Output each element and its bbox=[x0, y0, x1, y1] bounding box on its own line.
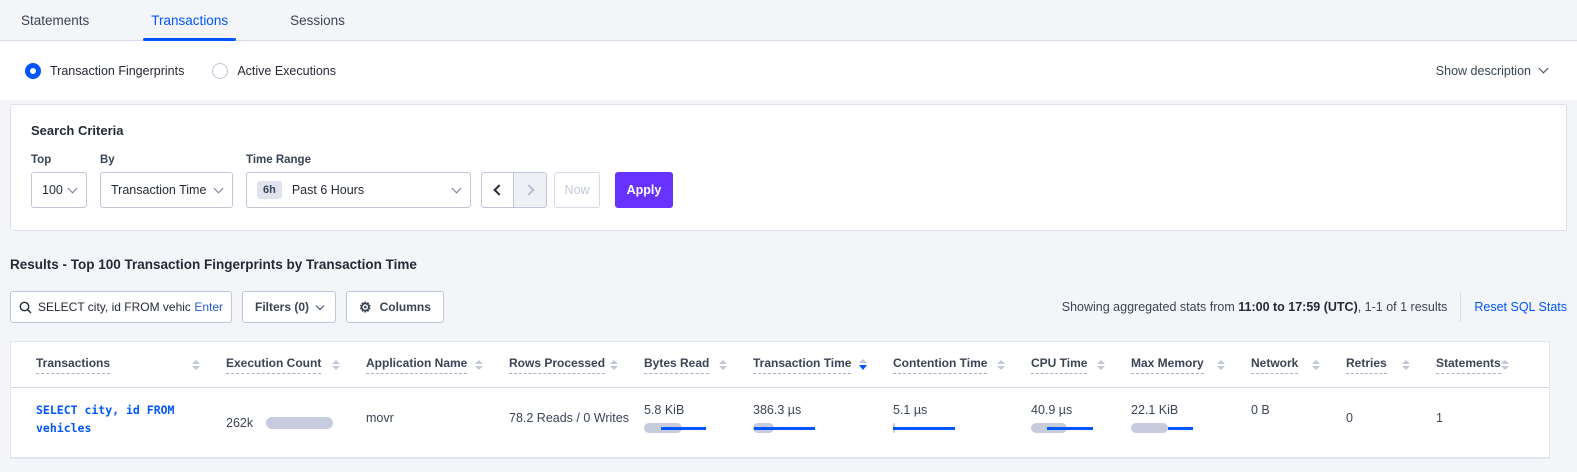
cpu-time-bar bbox=[1031, 423, 1093, 433]
results-toolbar: Enter Filters (0) ⚙ Columns Showing aggr… bbox=[0, 291, 1577, 323]
max-memory-bar bbox=[1131, 423, 1193, 433]
time-range-badge: 6h bbox=[257, 181, 282, 199]
by-label: By bbox=[100, 154, 233, 166]
radio-label: Transaction Fingerprints bbox=[50, 64, 184, 78]
vertical-divider bbox=[1460, 292, 1461, 322]
chevron-right-icon bbox=[523, 184, 534, 195]
sort-icon[interactable] bbox=[610, 360, 618, 370]
cell-max-memory: 22.1 KiB bbox=[1131, 388, 1251, 457]
cell-contention-time: 5.1 µs bbox=[893, 388, 1031, 457]
filters-button[interactable]: Filters (0) bbox=[242, 291, 336, 323]
bytes-read-bar bbox=[644, 423, 706, 433]
top-select[interactable]: 100 bbox=[31, 172, 87, 208]
transaction-time-bar bbox=[753, 423, 815, 433]
sort-icon[interactable] bbox=[332, 360, 340, 370]
search-box[interactable]: Enter bbox=[10, 291, 232, 323]
chevron-down-icon bbox=[452, 183, 462, 193]
apply-button[interactable]: Apply bbox=[615, 172, 673, 208]
cell-cpu-time: 40.9 µs bbox=[1031, 388, 1131, 457]
column-header-transaction-time[interactable]: Transaction Time bbox=[753, 356, 893, 374]
cell-network: 0 B bbox=[1251, 388, 1346, 457]
column-header-max-memory[interactable]: Max Memory bbox=[1131, 356, 1251, 374]
now-button[interactable]: Now bbox=[554, 172, 600, 208]
sort-icon[interactable] bbox=[1312, 360, 1320, 370]
transaction-query-link[interactable]: SELECT city, id FROM vehicles bbox=[36, 401, 226, 438]
top-select-value: 100 bbox=[42, 183, 63, 197]
sort-icon[interactable] bbox=[719, 360, 727, 370]
sort-icon[interactable] bbox=[192, 360, 200, 370]
chevron-down-icon bbox=[214, 183, 224, 193]
radio-selected-icon[interactable] bbox=[25, 63, 41, 79]
table-header-row: Transactions Execution Count Application… bbox=[11, 342, 1549, 388]
show-description-label: Show description bbox=[1436, 64, 1531, 78]
column-header-transactions[interactable]: Transactions bbox=[36, 356, 226, 374]
chevron-down-icon bbox=[316, 302, 324, 310]
columns-button[interactable]: ⚙ Columns bbox=[346, 291, 444, 323]
search-input[interactable] bbox=[38, 300, 190, 314]
contention-time-bar bbox=[893, 423, 955, 433]
radio-unselected-icon[interactable] bbox=[212, 63, 228, 79]
time-range-forward-button[interactable] bbox=[514, 172, 547, 208]
column-header-retries[interactable]: Retries bbox=[1346, 356, 1436, 374]
view-toggle-band: Transaction Fingerprints Active Executio… bbox=[0, 41, 1577, 100]
column-header-cpu-time[interactable]: CPU Time bbox=[1031, 356, 1131, 374]
sort-icon[interactable] bbox=[997, 360, 1005, 370]
chevron-down-icon bbox=[1539, 64, 1549, 74]
cell-transaction-query: SELECT city, id FROM vehicles bbox=[36, 388, 226, 457]
cell-rows-processed: 78.2 Reads / 0 Writes bbox=[509, 388, 644, 457]
sort-icon[interactable] bbox=[1501, 360, 1509, 370]
column-header-statements[interactable]: Statements bbox=[1436, 356, 1526, 374]
radio-transaction-fingerprints[interactable]: Transaction Fingerprints bbox=[25, 63, 184, 79]
stats-time-range: 11:00 to 17:59 (UTC) bbox=[1238, 300, 1357, 314]
sort-icon[interactable] bbox=[859, 359, 867, 370]
radio-active-executions[interactable]: Active Executions bbox=[212, 63, 336, 79]
gear-icon: ⚙ bbox=[359, 300, 372, 314]
search-criteria-title: Search Criteria bbox=[31, 123, 1546, 138]
time-range-label: Time Range bbox=[246, 154, 471, 166]
aggregated-stats-text: Showing aggregated stats from 11:00 to 1… bbox=[1062, 300, 1448, 314]
sort-icon[interactable] bbox=[1402, 360, 1410, 370]
tab-statements[interactable]: Statements bbox=[13, 0, 97, 40]
by-select-value: Transaction Time bbox=[111, 183, 206, 197]
show-description-toggle[interactable]: Show description bbox=[1436, 64, 1547, 78]
chevron-left-icon bbox=[493, 184, 504, 195]
column-header-rows-processed[interactable]: Rows Processed bbox=[509, 356, 644, 374]
sort-icon[interactable] bbox=[1097, 360, 1105, 370]
column-header-network[interactable]: Network bbox=[1251, 356, 1346, 374]
time-range-select[interactable]: 6h Past 6 Hours bbox=[246, 172, 471, 208]
results-heading: Results - Top 100 Transaction Fingerprin… bbox=[10, 257, 1577, 272]
tab-transactions[interactable]: Transactions bbox=[143, 0, 236, 40]
cell-transaction-time: 386.3 µs bbox=[753, 388, 893, 457]
time-range-value: Past 6 Hours bbox=[292, 183, 364, 197]
search-criteria-card: Search Criteria Top 100 By Transaction T… bbox=[10, 104, 1567, 231]
column-header-contention-time[interactable]: Contention Time bbox=[893, 356, 1031, 374]
sort-icon[interactable] bbox=[1217, 360, 1225, 370]
column-header-application-name[interactable]: Application Name bbox=[366, 356, 509, 374]
time-range-back-button[interactable] bbox=[481, 172, 514, 208]
column-header-execution-count[interactable]: Execution Count bbox=[226, 356, 366, 374]
tab-sessions[interactable]: Sessions bbox=[282, 0, 353, 40]
sort-icon[interactable] bbox=[475, 360, 483, 370]
cell-statements: 1 bbox=[1436, 388, 1526, 457]
cell-execution-count: 262k bbox=[226, 388, 366, 457]
cell-bytes-read: 5.8 KiB bbox=[644, 388, 753, 457]
cell-retries: 0 bbox=[1346, 388, 1436, 457]
table-row: SELECT city, id FROM vehicles 262k movr … bbox=[11, 388, 1549, 458]
reset-sql-stats-link[interactable]: Reset SQL Stats bbox=[1474, 300, 1567, 314]
filters-label: Filters (0) bbox=[255, 300, 309, 314]
columns-label: Columns bbox=[380, 300, 431, 314]
transactions-table: Transactions Execution Count Application… bbox=[10, 341, 1550, 459]
page-tabs: Statements Transactions Sessions bbox=[0, 0, 1577, 41]
by-select[interactable]: Transaction Time bbox=[100, 172, 233, 208]
cell-application-name: movr bbox=[366, 388, 509, 457]
search-enter-hint[interactable]: Enter bbox=[194, 300, 223, 314]
top-label: Top bbox=[31, 154, 87, 166]
execution-count-bar bbox=[266, 417, 333, 429]
search-icon bbox=[19, 301, 32, 314]
chevron-down-icon bbox=[68, 183, 78, 193]
radio-label: Active Executions bbox=[237, 64, 336, 78]
column-header-bytes-read[interactable]: Bytes Read bbox=[644, 356, 753, 374]
